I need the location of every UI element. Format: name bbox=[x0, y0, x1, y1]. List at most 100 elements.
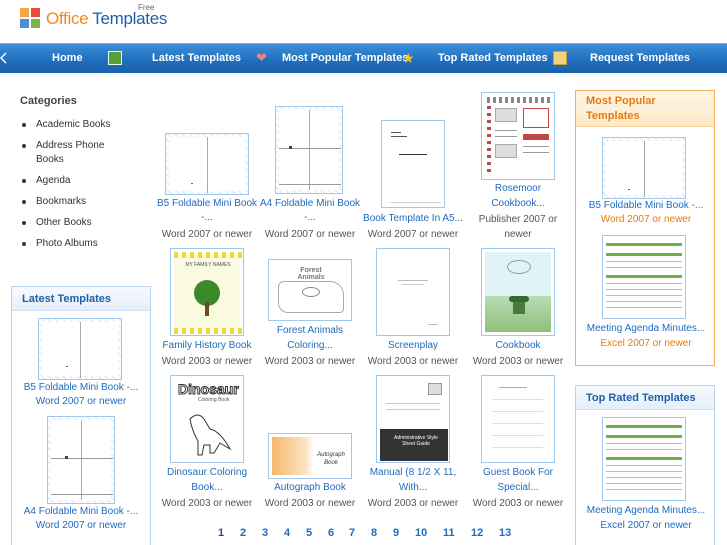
template-title-link[interactable]: A4 Foldable Mini Book -... bbox=[11, 504, 151, 519]
template-thumbnail[interactable] bbox=[602, 137, 686, 199]
page-link[interactable]: 5 bbox=[306, 527, 312, 539]
latest-templates-icon bbox=[108, 51, 122, 65]
template-title-link[interactable]: Meeting Agenda Minutes... bbox=[576, 321, 716, 336]
template-title-link[interactable]: A4 Foldable Mini Book bbox=[258, 196, 362, 211]
template-format: Word 2003 or newer bbox=[264, 356, 356, 367]
template-title-link[interactable]: Book Template In A5... bbox=[361, 211, 465, 226]
page-link[interactable]: 7 bbox=[349, 527, 355, 539]
latest-templates-title: Latest Templates bbox=[12, 287, 150, 311]
site-logo[interactable]: Office Templates Free bbox=[20, 3, 168, 30]
template-title-link[interactable]: Dinosaur Coloring bbox=[155, 465, 259, 480]
template-thumbnail[interactable] bbox=[481, 248, 555, 336]
page-link[interactable]: 13 bbox=[499, 527, 511, 539]
template-format: Publisher 2007 or bbox=[478, 214, 558, 225]
template-format: Word 2007 or newer bbox=[161, 229, 253, 240]
template-title-link[interactable]: Screenplay bbox=[361, 338, 465, 353]
template-thumbnail[interactable] bbox=[481, 92, 555, 180]
dinosaur-icon bbox=[189, 414, 232, 456]
template-format: Word 2003 or newer bbox=[472, 498, 564, 509]
page-link[interactable]: 4 bbox=[284, 527, 290, 539]
template-title-link-cont[interactable]: Coloring... bbox=[258, 338, 362, 353]
most-popular-title: Most Popular Templates bbox=[576, 91, 714, 127]
template-title-link-cont[interactable]: Book... bbox=[155, 480, 259, 495]
page-link-current[interactable]: 1 bbox=[218, 527, 224, 539]
thumb-label: Dinosaur bbox=[178, 381, 240, 398]
categories-title: Categories bbox=[20, 95, 77, 107]
logo-icon bbox=[20, 8, 42, 30]
page-link[interactable]: 6 bbox=[328, 527, 334, 539]
page-link[interactable]: 2 bbox=[240, 527, 246, 539]
category-item[interactable]: Photo Albums bbox=[20, 237, 130, 251]
template-title-link[interactable]: Cookbook bbox=[466, 338, 570, 353]
thumb-label: Administrative Style Sheet Guide bbox=[394, 435, 438, 447]
nav-top-rated[interactable]: Top Rated Templates bbox=[438, 44, 548, 74]
page-link[interactable]: 3 bbox=[262, 527, 268, 539]
template-format: Excel 2007 or newer bbox=[600, 520, 692, 531]
template-thumbnail[interactable]: MY FAMILY NAMES bbox=[170, 248, 244, 336]
category-item[interactable]: Academic Books bbox=[20, 118, 130, 132]
category-item[interactable]: Agenda bbox=[20, 174, 130, 188]
template-thumbnail[interactable] bbox=[376, 248, 450, 336]
template-title-link-cont[interactable]: -... bbox=[258, 210, 362, 225]
nav-latest-templates[interactable]: Latest Templates bbox=[152, 44, 241, 74]
page-link[interactable]: 8 bbox=[371, 527, 377, 539]
page-link[interactable]: 11 bbox=[443, 527, 455, 539]
template-title-link-cont[interactable]: Special... bbox=[466, 480, 570, 495]
top-rated-title: Top Rated Templates bbox=[576, 386, 714, 410]
template-title-link[interactable]: Autograph Book bbox=[258, 480, 362, 495]
template-title-link[interactable]: B5 Foldable Mini Book -... bbox=[576, 198, 716, 213]
template-thumbnail[interactable]: Autograph Book bbox=[268, 433, 352, 479]
template-format: Word 2007 or newer bbox=[367, 229, 459, 240]
template-thumbnail[interactable]: Administrative Style Sheet Guide bbox=[376, 375, 450, 463]
template-format: Word 2007 or newer bbox=[264, 229, 356, 240]
template-thumbnail[interactable] bbox=[602, 417, 686, 501]
template-thumbnail[interactable]: Forest Animals bbox=[268, 259, 352, 321]
template-thumbnail[interactable] bbox=[381, 120, 445, 208]
heart-icon: ❤ bbox=[256, 50, 267, 65]
template-title-link[interactable]: Meeting Agenda Minutes... bbox=[576, 503, 716, 518]
main-nav: Home Latest Templates ❤ Most Popular Tem… bbox=[0, 43, 727, 73]
template-thumbnail[interactable] bbox=[602, 235, 686, 319]
site-header: Office Templates Free bbox=[0, 0, 727, 43]
template-title-link-cont[interactable]: -... bbox=[155, 210, 259, 225]
template-format: Word 2007 or newer bbox=[35, 520, 127, 531]
category-item[interactable]: Bookmarks bbox=[20, 195, 130, 209]
template-thumbnail[interactable] bbox=[275, 106, 343, 194]
template-title-link[interactable]: Guest Book For bbox=[466, 465, 570, 480]
logo-free-text: Free bbox=[138, 3, 155, 12]
logo-office-text: Office bbox=[46, 9, 89, 28]
template-thumbnail[interactable] bbox=[47, 416, 115, 504]
scroll-left-icon[interactable] bbox=[0, 52, 8, 64]
template-title-link-cont[interactable]: Cookbook... bbox=[466, 196, 570, 211]
page-link[interactable]: 12 bbox=[471, 527, 483, 539]
thumb-sublabel: Coloring Book bbox=[198, 397, 230, 403]
categories-list: Academic Books Address Phone Books Agend… bbox=[20, 118, 130, 258]
page-link[interactable]: 9 bbox=[393, 527, 399, 539]
nav-most-popular[interactable]: Most Popular Templates bbox=[282, 44, 408, 74]
template-format: Excel 2007 or newer bbox=[600, 338, 692, 349]
nav-home[interactable]: Home bbox=[52, 44, 83, 74]
star-icon: ★ bbox=[402, 50, 415, 66]
template-format: Word 2007 or newer bbox=[35, 396, 127, 407]
template-title-link[interactable]: Forest Animals bbox=[258, 323, 362, 338]
logo-templates-text: Templates bbox=[92, 9, 168, 28]
template-title-link[interactable]: B5 Foldable Mini Book bbox=[155, 196, 259, 211]
nav-request-templates[interactable]: Request Templates bbox=[590, 44, 690, 74]
template-format: Word 2003 or newer bbox=[264, 498, 356, 509]
notepad-icon bbox=[553, 51, 567, 65]
template-title-link-cont[interactable]: With... bbox=[361, 480, 465, 495]
template-format: Word 2003 or newer bbox=[367, 498, 459, 509]
template-title-link[interactable]: B5 Foldable Mini Book -... bbox=[11, 380, 151, 395]
template-title-link[interactable]: Rosemoor bbox=[466, 181, 570, 196]
template-format-cont: newer bbox=[504, 229, 532, 240]
page-link[interactable]: 10 bbox=[415, 527, 427, 539]
thumb-label: Autograph Book bbox=[317, 452, 345, 466]
template-title-link[interactable]: Manual (8 1/2 X 11, bbox=[361, 465, 465, 480]
template-thumbnail[interactable] bbox=[165, 133, 249, 195]
template-thumbnail[interactable] bbox=[481, 375, 555, 463]
template-thumbnail[interactable] bbox=[38, 318, 122, 380]
category-item[interactable]: Other Books bbox=[20, 216, 130, 230]
category-item[interactable]: Address Phone Books bbox=[20, 139, 130, 167]
template-title-link[interactable]: Family History Book bbox=[155, 338, 259, 353]
template-thumbnail[interactable]: Dinosaur Coloring Book bbox=[170, 375, 244, 463]
